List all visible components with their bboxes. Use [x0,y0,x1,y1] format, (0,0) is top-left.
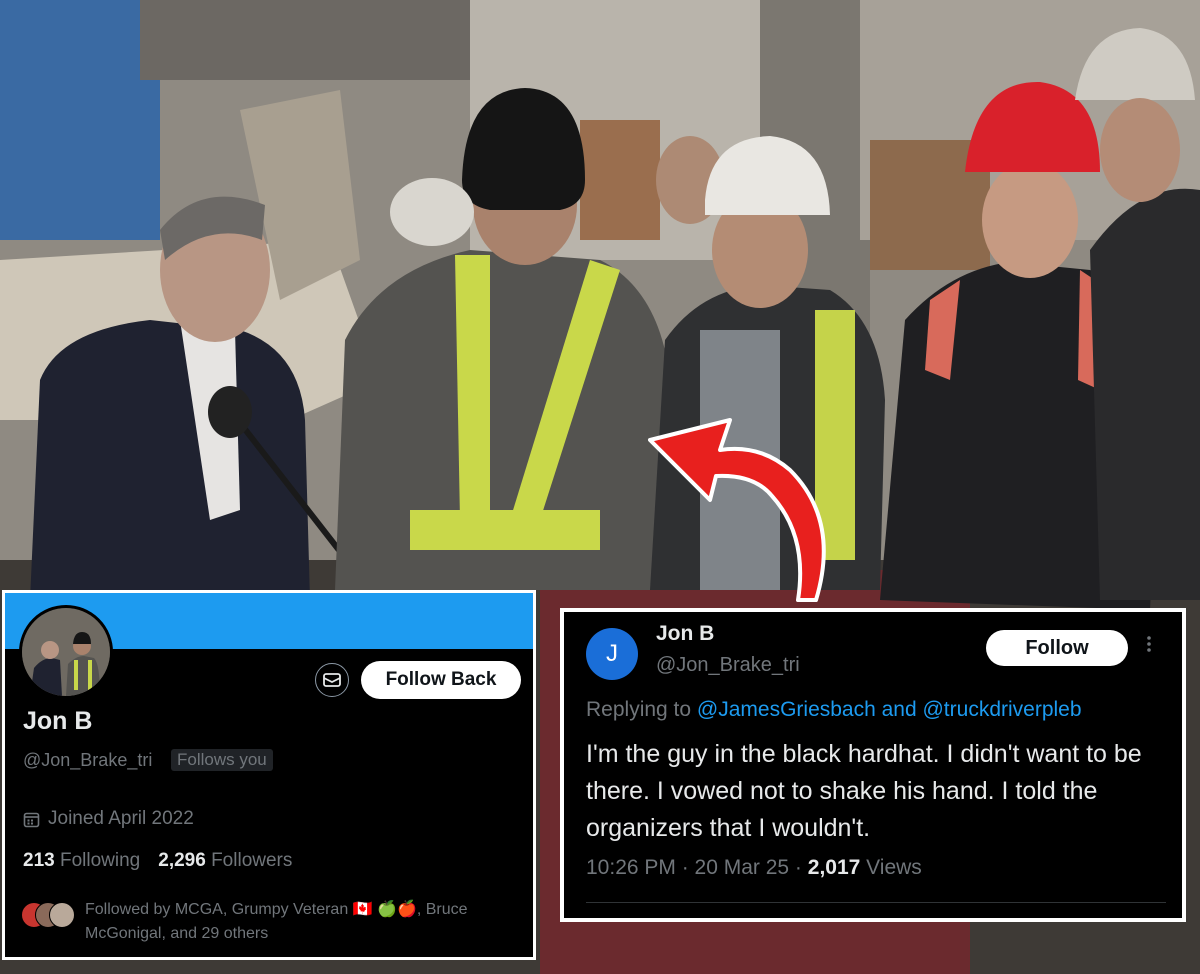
followed-by-text: Followed by MCGA, Grumpy Veteran 🇨🇦 🍏🍎, … [85,901,468,942]
views-label: Views [866,856,922,879]
tweet-avatar[interactable]: J [586,628,638,680]
joined-date-row: Joined April 2022 [23,808,194,830]
followers-link[interactable]: 2,296 Followers [158,850,292,872]
tweet-card: J Jon B @Jon_Brake_tri Follow Replying t… [560,608,1186,922]
red-arrow-icon [648,418,826,602]
follow-button[interactable]: Follow [986,630,1128,666]
followers-count: 2,296 [158,850,206,871]
views-count: 2,017 [807,856,861,879]
mail-icon [323,673,341,687]
message-button[interactable] [315,663,349,697]
calendar-icon [23,812,40,827]
following-label: Following [59,850,141,871]
follow-stats: 213 Following 2,296 Followers [23,850,292,872]
follower-avatars [21,902,77,928]
profile-avatar[interactable] [19,605,113,699]
tweet-timestamp[interactable]: 10:26 PM · 20 Mar 25 · [586,856,808,879]
tweet-meta: 10:26 PM · 20 Mar 25 · 2,017 Views [586,856,922,880]
divider [586,902,1166,903]
followed-by-row[interactable]: Followed by MCGA, Grumpy Veteran 🇨🇦 🍏🍎, … [21,898,505,946]
profile-name: Jon B [23,707,93,735]
followers-label: Followers [211,850,293,871]
more-vertical-icon[interactable] [1146,634,1152,654]
profile-handle: @Jon_Brake_tri [23,750,153,770]
follow-back-button[interactable]: Follow Back [361,661,521,699]
replying-to-line: Replying to @JamesGriesbach and @truckdr… [586,698,1082,722]
following-count: 213 [23,850,55,871]
tweet-text: I'm the guy in the black hardhat. I didn… [586,740,1142,842]
replying-prefix: Replying to [586,698,692,721]
avatar-photo [22,608,110,696]
tweet-author-handle[interactable]: @Jon_Brake_tri [656,654,800,677]
follower-avatar [49,902,75,928]
tweet-author-name[interactable]: Jon B [656,622,714,646]
profile-card: Follow Back Jon B @Jon_Brake_tri Follows… [2,590,536,960]
following-link[interactable]: 213 Following [23,850,140,872]
joined-text: Joined April 2022 [48,808,194,829]
replying-mentions[interactable]: @JamesGriesbach and @truckdriverpleb [697,698,1082,721]
follows-you-badge: Follows you [171,749,273,771]
